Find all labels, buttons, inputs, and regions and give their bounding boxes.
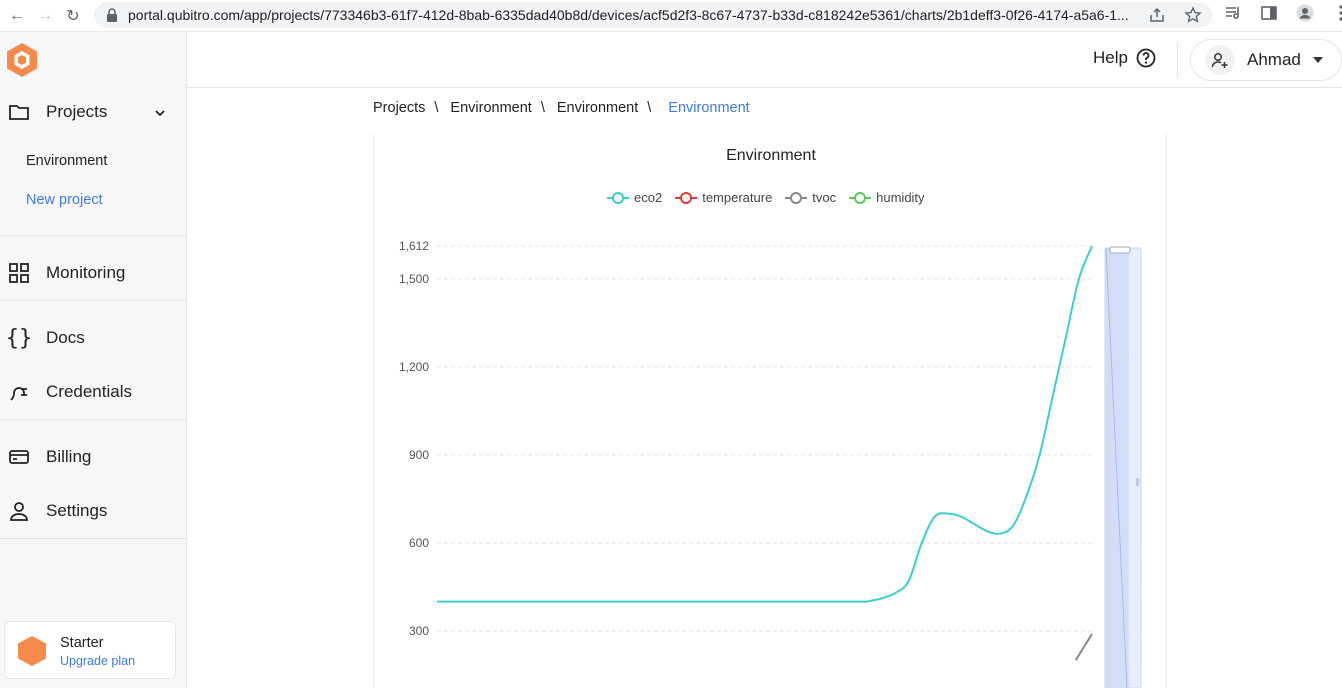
y-tick-label: 900 — [409, 448, 429, 462]
breadcrumb-item[interactable]: Projects — [373, 100, 425, 116]
sidebar-item-label: Docs — [46, 328, 85, 347]
breadcrumb-separator: \ — [647, 100, 652, 116]
breadcrumb-current: Environment — [668, 100, 750, 116]
plug-icon — [10, 387, 27, 401]
divider — [1177, 42, 1178, 78]
upgrade-plan-link[interactable]: Upgrade plan — [60, 654, 135, 668]
breadcrumb-separator: \ — [540, 100, 545, 116]
y-tick-label: 1,500 — [399, 272, 429, 286]
browser-toolbar: ← → ↻ portal.qubitro.com/app/projects/77… — [0, 0, 1342, 32]
credit-card-icon — [9, 450, 29, 464]
back-icon[interactable]: ← — [6, 5, 28, 27]
y-tick-label: 300 — [409, 624, 429, 638]
sidebar-item-settings[interactable]: Settings — [0, 500, 186, 522]
breadcrumb: Projects \ Environment \ Environment \ E… — [373, 100, 750, 116]
sidebar-item-label: Projects — [46, 102, 108, 121]
sidebar-item-label: Billing — [46, 447, 92, 466]
grid-icon — [9, 263, 29, 283]
profile-icon[interactable] — [1296, 4, 1314, 22]
sidebar-item-label: Monitoring — [46, 263, 126, 282]
divider — [0, 538, 186, 539]
sidebar-subitem-new-project[interactable]: New project — [26, 192, 103, 208]
bookmark-star-icon[interactable] — [1184, 6, 1202, 24]
y-tick-label: 1,200 — [399, 360, 429, 374]
divider — [0, 300, 186, 301]
sidebar-item-label: Credentials — [46, 382, 132, 401]
url-text: portal.qubitro.com/app/projects/773346b3… — [128, 7, 1129, 23]
user-icon — [10, 502, 28, 521]
sidebar-subitem-environment[interactable]: Environment — [26, 153, 107, 169]
sidebar-item-monitoring[interactable]: Monitoring — [0, 262, 186, 284]
zoom-slider-grip[interactable] — [1136, 478, 1139, 486]
sidebar-item-billing[interactable]: Billing — [0, 446, 186, 468]
share-icon[interactable] — [1148, 6, 1166, 24]
qubitro-logo-icon[interactable] — [4, 42, 40, 78]
chart-panel: Environment eco2 temperature tvoc humidity … — [373, 134, 1167, 688]
folder-icon — [9, 105, 29, 120]
add-user-icon — [1211, 53, 1228, 68]
user-menu[interactable]: Ahmad — [1190, 39, 1342, 81]
y-tick-label: 1,612 — [399, 239, 429, 253]
zoom-slider-handle[interactable] — [1109, 246, 1131, 254]
y-tick-label: 600 — [409, 536, 429, 550]
chart-plot[interactable]: 1,612 1,500 1,200 900 600 300 — [374, 134, 1168, 688]
sidebar-item-credentials[interactable]: Credentials — [0, 381, 186, 403]
breadcrumb-item[interactable]: Environment — [557, 100, 638, 116]
help-button[interactable]: Help — [1093, 48, 1156, 68]
avatar — [1205, 45, 1235, 75]
sidebar-item-docs[interactable]: {} Docs — [0, 325, 186, 351]
media-icon[interactable] — [1224, 4, 1242, 22]
help-label: Help — [1093, 48, 1128, 67]
breadcrumb-item[interactable]: Environment — [450, 100, 531, 116]
menu-dots-icon[interactable] — [1332, 4, 1342, 22]
question-circle-icon — [1136, 48, 1156, 68]
address-bar[interactable]: portal.qubitro.com/app/projects/773346b3… — [94, 2, 1212, 28]
top-header: Help Ahmad — [187, 32, 1342, 88]
braces-icon: {} — [5, 325, 33, 351]
sidebar: Projects Environment New project Monitor… — [0, 32, 187, 688]
sidebar-item-label: Settings — [46, 501, 108, 520]
reload-icon[interactable]: ↻ — [62, 5, 84, 27]
sidebar-item-projects[interactable]: Projects — [0, 101, 186, 123]
divider — [0, 419, 186, 420]
side-panel-icon[interactable] — [1260, 4, 1278, 22]
plan-card[interactable]: Starter Upgrade plan — [4, 621, 176, 679]
series-line-tvoc[interactable] — [1074, 633, 1093, 661]
series-line-eco2[interactable] — [436, 245, 1093, 603]
divider — [0, 235, 186, 236]
chevron-down-icon[interactable] — [154, 107, 166, 119]
plan-name: Starter — [60, 635, 104, 651]
user-name: Ahmad — [1247, 50, 1301, 69]
plan-hexagon-icon — [18, 636, 46, 666]
caret-down-icon — [1312, 57, 1323, 63]
forward-icon[interactable]: → — [34, 5, 56, 27]
breadcrumb-separator: \ — [434, 100, 439, 116]
lock-icon — [107, 8, 117, 22]
